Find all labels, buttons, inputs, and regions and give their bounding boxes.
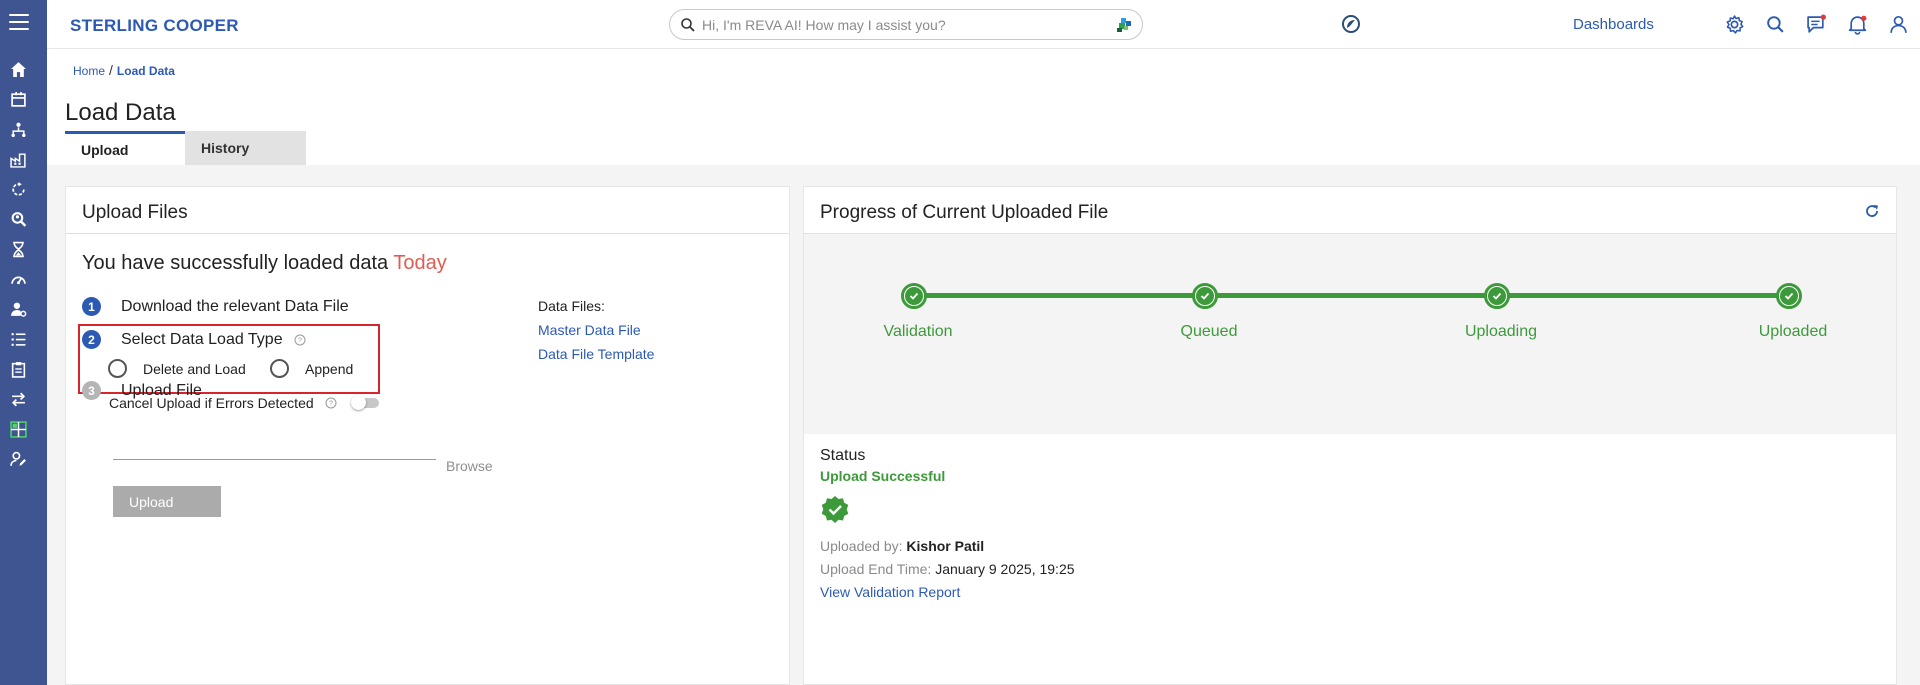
calendar-icon[interactable] bbox=[9, 90, 27, 108]
search-people-icon[interactable] bbox=[9, 210, 27, 228]
uploaded-by-row: Uploaded by: Kishor Patil bbox=[820, 538, 984, 554]
check-icon bbox=[909, 292, 919, 300]
user-icon[interactable] bbox=[1888, 14, 1909, 35]
progress-card: Progress of Current Uploaded File Status… bbox=[803, 186, 1897, 685]
list-icon[interactable] bbox=[9, 330, 27, 348]
hamburger-menu-icon[interactable] bbox=[9, 14, 29, 30]
notification-bell-icon[interactable] bbox=[1847, 14, 1868, 35]
search-bar[interactable] bbox=[669, 9, 1143, 40]
svg-text:?: ? bbox=[329, 401, 333, 408]
radio-append[interactable]: Append bbox=[270, 359, 353, 378]
progress-title: Progress of Current Uploaded File bbox=[820, 202, 1109, 223]
check-icon bbox=[1492, 292, 1502, 300]
home-icon[interactable] bbox=[9, 60, 27, 78]
stage-validation-node bbox=[901, 283, 927, 309]
tab-upload[interactable]: Upload bbox=[65, 131, 185, 165]
settings-icon[interactable] bbox=[1724, 14, 1745, 35]
step-label: Select Data Load Type bbox=[121, 330, 283, 348]
upload-files-card: Upload Files You have successfully loade… bbox=[65, 186, 790, 685]
sidebar bbox=[0, 0, 47, 685]
help-icon[interactable]: ? bbox=[294, 334, 306, 346]
radio-button[interactable] bbox=[270, 359, 289, 378]
svg-text:?: ? bbox=[298, 337, 302, 344]
check-icon bbox=[1784, 292, 1794, 300]
upload-end-time-label: Upload End Time: bbox=[820, 561, 932, 577]
stage-label-uploading: Uploading bbox=[1464, 323, 1538, 340]
refresh-cycle-icon[interactable] bbox=[9, 180, 27, 198]
search-icon bbox=[681, 18, 695, 32]
hierarchy-icon[interactable] bbox=[9, 120, 27, 138]
status-title: Status bbox=[820, 447, 866, 464]
factory-icon[interactable] bbox=[9, 150, 27, 168]
clipboard-icon[interactable] bbox=[9, 360, 27, 378]
stage-queued-node bbox=[1192, 283, 1218, 309]
data-files-section: Data Files: Master Data File Data File T… bbox=[538, 298, 654, 362]
stage-label-validation: Validation bbox=[883, 323, 953, 340]
data-files-heading: Data Files: bbox=[538, 298, 605, 314]
refresh-icon[interactable] bbox=[1864, 203, 1880, 219]
chat-icon[interactable] bbox=[1806, 14, 1827, 35]
step-label: Upload File bbox=[121, 381, 202, 399]
success-message: You have successfully loaded data Today bbox=[82, 252, 447, 275]
upload-end-time-row: Upload End Time: January 9 2025, 19:25 bbox=[820, 561, 1075, 577]
transfer-icon[interactable] bbox=[9, 390, 27, 408]
breadcrumb: Home / Load Data bbox=[73, 62, 175, 78]
user-settings-icon[interactable] bbox=[9, 300, 27, 318]
stage-label-uploaded: Uploaded bbox=[1758, 323, 1828, 340]
view-validation-report-link[interactable]: View Validation Report bbox=[820, 584, 960, 600]
stage-uploading-node bbox=[1484, 283, 1510, 309]
top-header: STERLING COOPER Dashboards bbox=[47, 0, 1920, 49]
master-data-file-link[interactable]: Master Data File bbox=[538, 322, 654, 338]
hourglass-icon[interactable] bbox=[9, 240, 27, 258]
upload-files-title: Upload Files bbox=[66, 187, 789, 234]
search-icon[interactable] bbox=[1765, 14, 1786, 35]
uploaded-by-label: Uploaded by: bbox=[820, 538, 903, 554]
uploaded-by-value: Kishor Patil bbox=[906, 538, 985, 554]
check-icon bbox=[1200, 292, 1210, 300]
step-number: 1 bbox=[82, 297, 101, 316]
help-icon[interactable]: ? bbox=[325, 397, 337, 409]
toggle-knob bbox=[350, 395, 366, 410]
progress-card-header: Progress of Current Uploaded File bbox=[804, 187, 1896, 234]
step-number: 3 bbox=[82, 381, 101, 400]
stage-uploaded-node bbox=[1776, 283, 1802, 309]
radio-delete-and-load[interactable]: Delete and Load bbox=[108, 359, 246, 378]
user-edit-icon[interactable] bbox=[9, 450, 27, 468]
speedometer-icon[interactable] bbox=[9, 270, 27, 288]
radio-label: Delete and Load bbox=[143, 360, 246, 377]
status-value: Upload Successful bbox=[820, 468, 946, 484]
success-badge-icon bbox=[821, 496, 849, 523]
radio-button[interactable] bbox=[108, 359, 127, 378]
stage-label-queued: Queued bbox=[1180, 323, 1238, 340]
step-number: 2 bbox=[82, 330, 101, 349]
company-logo-icon bbox=[1342, 15, 1360, 33]
success-when: Today bbox=[393, 252, 447, 274]
radio-label: Append bbox=[305, 360, 354, 377]
breadcrumb-separator: / bbox=[109, 62, 113, 78]
tab-history[interactable]: History bbox=[185, 131, 306, 165]
step-upload-file: 3 Upload File bbox=[82, 381, 202, 400]
breadcrumb-home-link[interactable]: Home bbox=[73, 64, 105, 78]
grid-icon[interactable] bbox=[9, 420, 27, 438]
cancel-upload-toggle[interactable] bbox=[350, 395, 379, 410]
dashboards-link[interactable]: Dashboards bbox=[1573, 16, 1654, 33]
data-file-template-link[interactable]: Data File Template bbox=[538, 346, 654, 362]
search-input[interactable] bbox=[702, 15, 1102, 35]
success-message-text: You have successfully loaded data bbox=[82, 252, 389, 274]
progress-line bbox=[913, 293, 1789, 298]
upload-end-time-value: January 9 2025, 19:25 bbox=[935, 561, 1075, 577]
step-label: Download the relevant Data File bbox=[121, 297, 349, 315]
step-select-load-type: 2 Select Data Load Type ? bbox=[82, 330, 306, 349]
tab-bar: Upload History bbox=[65, 131, 306, 165]
file-path-input[interactable] bbox=[113, 432, 436, 460]
reva-ai-icon[interactable] bbox=[1116, 17, 1132, 33]
page-title: Load Data bbox=[65, 99, 176, 126]
upload-button[interactable]: Upload bbox=[113, 486, 221, 517]
brand-logo[interactable]: STERLING COOPER bbox=[70, 16, 239, 36]
step-download: 1 Download the relevant Data File bbox=[82, 297, 349, 316]
breadcrumb-current: Load Data bbox=[116, 64, 175, 78]
browse-button[interactable]: Browse bbox=[446, 458, 493, 474]
